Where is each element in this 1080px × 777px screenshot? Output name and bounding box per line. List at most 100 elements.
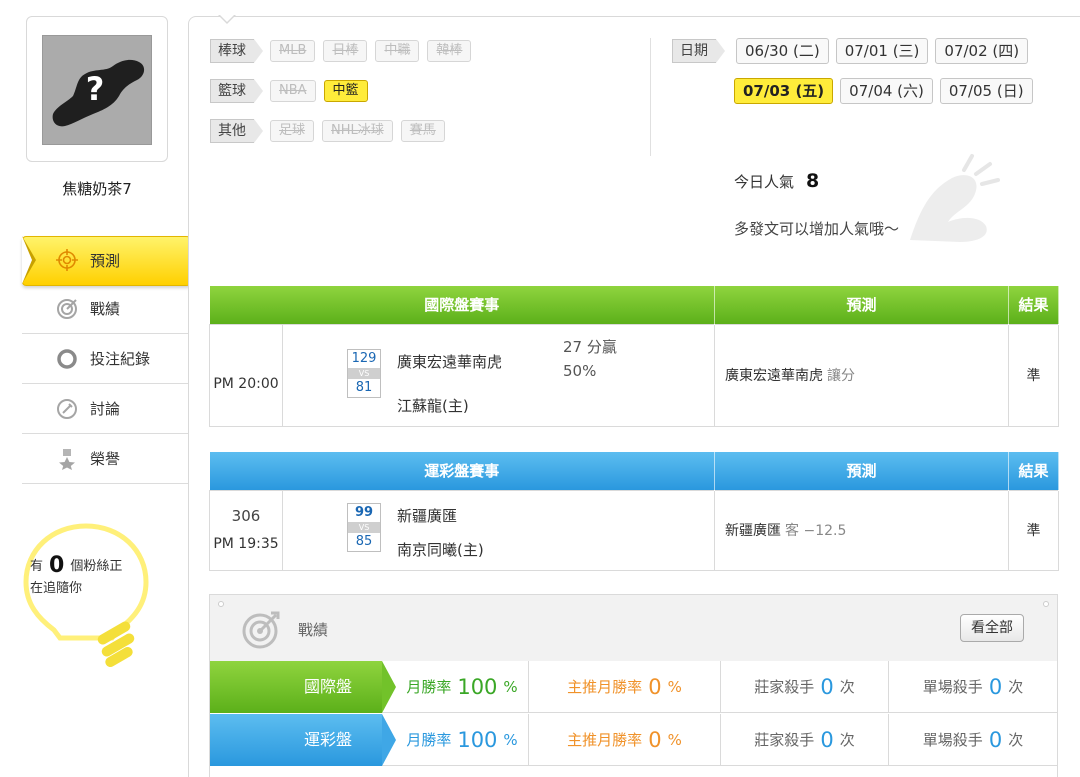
stat-value: 100 (457, 674, 498, 699)
chip-soccer[interactable]: 足球 (270, 120, 315, 142)
stat-value: 0 (988, 727, 1003, 752)
stat-row-tag: 國際盤 (210, 661, 396, 713)
chip-sbl[interactable]: 中籃 (323, 80, 368, 102)
vs-label: VS (348, 521, 380, 533)
record-target-icon (56, 298, 78, 320)
stat-label: 單場殺手 (922, 678, 983, 696)
stat-value: 0 (988, 674, 1003, 699)
stat-label: 主推月勝率 (567, 731, 643, 749)
stat-label: 月勝率 (406, 731, 452, 749)
chip-nba[interactable]: NBA (270, 80, 316, 102)
stat-unit: % (503, 677, 518, 696)
home-team[interactable]: 江蘇龍(主) (397, 395, 469, 416)
lottery-header-result: 結果 (1008, 452, 1060, 490)
sidebar-item-discussion[interactable]: 討論 (22, 384, 188, 434)
away-team[interactable]: 新疆廣匯 (397, 505, 457, 526)
international-header-prediction: 預測 (714, 286, 1010, 324)
svg-text:?: ? (86, 70, 105, 108)
stat-label: 月勝率 (406, 678, 452, 696)
category-label-basketball: 籃球 (210, 79, 263, 103)
record-header: 戰績 看全部 (210, 595, 1057, 661)
popularity-hint: 多發文可以增加人氣哦～ (734, 220, 900, 238)
chip-cpbl[interactable]: 中職 (375, 40, 420, 62)
table-row[interactable]: PM 20:00 129 VS 81 廣東宏遠華南虎 江蘇龍(主) 27 分贏 … (209, 323, 1060, 427)
table-row[interactable]: 306 PM 19:35 99 VS 85 新疆廣匯 南京同曦(主) 新疆廣匯客… (209, 489, 1060, 571)
stat-label: 單場殺手 (922, 731, 983, 749)
odds-line: 27 分贏 50% (563, 335, 617, 383)
unknown-avatar-icon: ? (52, 59, 145, 127)
international-header-result: 結果 (1008, 286, 1060, 324)
prediction-team: 廣東宏遠華南虎 (725, 368, 824, 384)
main-push-win-rate: 主推月勝率 0% (528, 714, 720, 766)
active-arrow-inner (22, 236, 32, 284)
sidebar-item-honor[interactable]: 榮譽 (22, 434, 188, 484)
away-score: 99 (354, 504, 374, 520)
match-teams: 129 VS 81 廣東宏遠華南虎 江蘇龍(主) 27 分贏 50% (281, 323, 716, 427)
home-score: 81 (355, 379, 373, 395)
international-header-event: 國際盤賽事 (209, 286, 716, 324)
date-row-2: 07/03 (五) 07/04 (六) 07/05 (日) (734, 78, 1040, 104)
date-chip-0704[interactable]: 07/04 (六) (840, 78, 933, 104)
chip-horse-racing[interactable]: 賽馬 (400, 120, 445, 142)
fans-counter: 有 0 個粉絲正 在追隨你 (30, 555, 122, 600)
avatar-card[interactable]: ? (26, 16, 168, 162)
corner-dot (1043, 601, 1049, 607)
stat-label: 莊家殺手 (754, 731, 815, 749)
chip-kbo[interactable]: 韓棒 (427, 40, 472, 62)
fans-line2: 在追隨你 (30, 581, 83, 596)
stat-value: 0 (648, 674, 662, 699)
monthly-win-rate: 月勝率 100% (382, 714, 528, 766)
category-label-other: 其他 (210, 119, 263, 143)
record-section: 戰績 看全部 國際盤 月勝率 100% 主推月勝率 0% 莊家殺手 0 次 單場殺手 0 次… (209, 594, 1058, 777)
away-team[interactable]: 廣東宏遠華南虎 (397, 351, 502, 372)
stat-unit: 次 (839, 678, 855, 696)
date-chip-0702[interactable]: 07/02 (四) (935, 38, 1029, 64)
sidebar-nav: 預測 戰績 投注紀錄 討論 榮譽 (22, 236, 200, 484)
chip-nhl[interactable]: NHL冰球 (322, 120, 393, 142)
filter-row-other: 其他 足球 NHL冰球 賽馬 (210, 119, 453, 143)
filter-row-baseball: 棒球 MLB 日棒 中職 韓棒 (210, 39, 479, 63)
sidebar-item-bet-history[interactable]: 投注紀錄 (22, 334, 188, 384)
filter-divider (650, 38, 651, 156)
panel-notch-inner (220, 15, 234, 22)
odds-line2: 50% (563, 361, 597, 380)
avatar[interactable]: ? (42, 35, 152, 145)
home-team[interactable]: 南京同曦(主) (397, 539, 484, 560)
record-target-icon (242, 611, 280, 649)
stat-value: 0 (820, 674, 834, 699)
monthly-win-rate: 月勝率 100% (382, 661, 528, 713)
date-chip-0705[interactable]: 07/05 (日) (939, 78, 1033, 104)
date-chip-0630[interactable]: 06/30 (二) (736, 38, 829, 64)
prediction-cell: 廣東宏遠華南虎 讓分 (714, 323, 1010, 427)
sidebar-item-record[interactable]: 戰績 (22, 284, 188, 334)
chip-mlb[interactable]: MLB (270, 40, 316, 62)
stat-row-tag: 運彩盤 (210, 714, 396, 766)
medal-icon (56, 448, 78, 470)
main-push-win-rate: 主推月勝率 0% (528, 661, 720, 713)
target-icon (56, 249, 78, 271)
date-row-1: 日期 06/30 (二) 07/01 (三) 07/02 (四) (672, 38, 1035, 64)
stat-unit: 次 (839, 731, 855, 749)
stat-unit: 次 (1008, 731, 1024, 749)
see-all-button[interactable]: 看全部 (960, 614, 1024, 642)
record-title: 戰績 (298, 621, 329, 639)
stat-row-lottery: 運彩盤 月勝率 100% 主推月勝率 0% 莊家殺手 0 次 單場殺手 0 次 (210, 714, 1057, 766)
ring-icon (56, 348, 78, 370)
popularity-label: 今日人氣 (734, 173, 795, 191)
corner-dot (218, 601, 224, 607)
chip-npb[interactable]: 日棒 (323, 40, 368, 62)
sidebar-item-label: 投注紀錄 (90, 350, 151, 368)
sidebar-item-label: 榮譽 (90, 450, 121, 468)
stat-value: 0 (820, 727, 834, 752)
vs-label: VS (348, 367, 380, 379)
username: 焦糖奶茶7 (62, 180, 132, 198)
banker-killer: 莊家殺手 0 次 (720, 714, 888, 766)
sidebar-item-prediction[interactable]: 預測 (22, 236, 200, 286)
prediction-note: 讓分 (827, 368, 856, 384)
sidebar-item-label: 預測 (90, 251, 121, 270)
stat-label: 主推月勝率 (567, 678, 643, 696)
date-chip-0703[interactable]: 07/03 (五) (734, 78, 834, 104)
date-chip-0701[interactable]: 07/01 (三) (835, 38, 929, 64)
prediction-note: 客 −12.5 (785, 523, 847, 539)
sidebar-item-label: 討論 (90, 400, 121, 418)
